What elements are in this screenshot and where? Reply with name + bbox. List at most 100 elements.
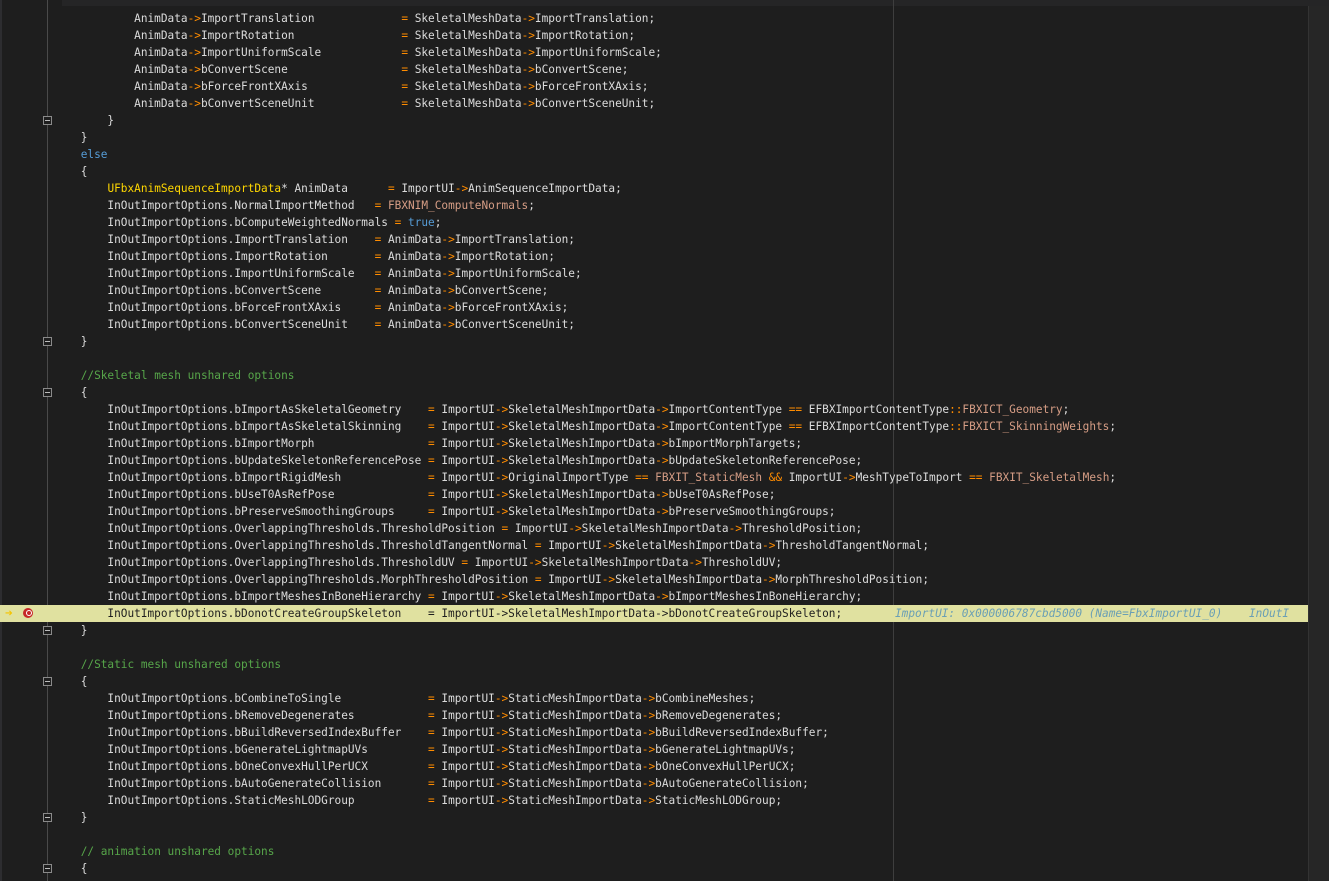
code-line-text: InOutImportOptions.NormalImportMethod = … — [54, 199, 535, 212]
fold-collapse-icon[interactable] — [43, 677, 52, 686]
code-line[interactable]: { — [0, 673, 1309, 690]
code-line-text: } — [54, 131, 88, 144]
code-line-text: InOutImportOptions.bPreserveSmoothingGro… — [54, 505, 836, 518]
code-line[interactable]: InOutImportOptions.bOneConvexHullPerUCX … — [0, 758, 1309, 775]
code-line-text: InOutImportOptions.bImportMorph = Import… — [54, 437, 803, 450]
code-line[interactable]: { — [0, 163, 1309, 180]
fold-collapse-icon[interactable] — [43, 388, 52, 397]
code-line[interactable]: InOutImportOptions.bImportAsSkeletalSkin… — [0, 418, 1309, 435]
vertical-scrollbar[interactable] — [1308, 6, 1329, 881]
code-line[interactable]: InOutImportOptions.bBuildReversedIndexBu… — [0, 724, 1309, 741]
code-line-text: InOutImportOptions.bUpdateSkeletonRefere… — [54, 454, 863, 467]
code-editor[interactable]: AnimData->ImportTranslation = SkeletalMe… — [0, 0, 1309, 881]
code-line-text: } — [54, 624, 88, 637]
code-line-text: InOutImportOptions.bRemoveDegenerates = … — [54, 709, 783, 722]
code-line[interactable]: //Static mesh unshared options — [0, 656, 1309, 673]
code-line[interactable] — [0, 639, 1309, 656]
code-line-text: UFbxAnimSequenceImportData* AnimData = I… — [107, 182, 622, 195]
code-line-text: InOutImportOptions.OverlappingThresholds… — [54, 556, 783, 569]
code-line[interactable]: InOutImportOptions.OverlappingThresholds… — [0, 520, 1309, 537]
code-line[interactable]: AnimData->ImportRotation = SkeletalMeshD… — [0, 27, 1309, 44]
code-line-text: } — [54, 811, 88, 824]
code-line[interactable]: AnimData->bForceFrontXAxis = SkeletalMes… — [0, 78, 1309, 95]
code-line-text: InOutImportOptions.StaticMeshLODGroup = … — [54, 794, 783, 807]
code-line-text: InOutImportOptions.bUseT0AsRefPose = Imp… — [54, 488, 776, 501]
code-line-text: InOutImportOptions.bConvertSceneUnit = A… — [54, 318, 575, 331]
current-code-line[interactable]: InOutImportOptions.bDonotCreateGroupSkel… — [0, 605, 1309, 622]
code-line[interactable]: //Skeletal mesh unshared options — [0, 367, 1309, 384]
code-line-text: { — [54, 165, 88, 178]
code-line[interactable]: InOutImportOptions.bUseT0AsRefPose = Imp… — [0, 486, 1309, 503]
code-line-text: //Skeletal mesh unshared options — [80, 369, 295, 382]
code-line[interactable]: } — [0, 333, 1309, 350]
code-line[interactable]: AnimData->ImportTranslation = SkeletalMe… — [0, 10, 1309, 27]
code-line[interactable] — [0, 826, 1309, 843]
fold-collapse-icon[interactable] — [43, 116, 52, 125]
code-line-text: InOutImportOptions.bBuildReversedIndexBu… — [54, 726, 829, 739]
breakpoint-icon[interactable] — [23, 608, 33, 618]
code-line-text: InOutImportOptions.OverlappingThresholds… — [54, 539, 929, 552]
code-line-text: AnimData->bConvertScene = SkeletalMeshDa… — [54, 63, 629, 76]
code-line-text: InOutImportOptions.bImportAsSkeletalGeom… — [54, 403, 1070, 416]
code-line[interactable]: InOutImportOptions.bAutoGenerateCollisio… — [0, 775, 1309, 792]
fold-collapse-icon[interactable] — [43, 337, 52, 346]
code-line[interactable]: InOutImportOptions.bRemoveDegenerates = … — [0, 707, 1309, 724]
code-line[interactable]: InOutImportOptions.StaticMeshLODGroup = … — [0, 792, 1309, 809]
code-line[interactable]: InOutImportOptions.bImportMorph = Import… — [0, 435, 1309, 452]
code-line-text: { — [54, 862, 88, 875]
code-line[interactable]: AnimData->bConvertSceneUnit = SkeletalMe… — [0, 95, 1309, 112]
fold-collapse-icon[interactable] — [43, 626, 52, 635]
debug-value-hint[interactable]: ImportUI: 0x000006787cbd5000 (Name=FbxIm… — [895, 605, 1289, 622]
code-line[interactable]: InOutImportOptions.ImportRotation = Anim… — [0, 248, 1309, 265]
code-line[interactable]: InOutImportOptions.bConvertSceneUnit = A… — [0, 316, 1309, 333]
code-line[interactable]: InOutImportOptions.bGenerateLightmapUVs … — [0, 741, 1309, 758]
code-line[interactable]: UFbxAnimSequenceImportData* AnimData = I… — [0, 180, 1309, 197]
code-line-text: InOutImportOptions.ImportUniformScale = … — [54, 267, 582, 280]
code-line[interactable]: { — [0, 860, 1309, 877]
code-line[interactable]: InOutImportOptions.bConvertScene = AnimD… — [0, 282, 1309, 299]
code-line[interactable]: InOutImportOptions.OverlappingThresholds… — [0, 537, 1309, 554]
code-line[interactable]: } — [0, 112, 1309, 129]
code-line[interactable]: InOutImportOptions.ImportUniformScale = … — [0, 265, 1309, 282]
code-line-text: AnimData->ImportRotation = SkeletalMeshD… — [54, 29, 636, 42]
code-line-text: InOutImportOptions.OverlappingThresholds… — [54, 522, 863, 535]
code-line[interactable]: InOutImportOptions.bComputeWeightedNorma… — [0, 214, 1309, 231]
fold-collapse-icon[interactable] — [43, 864, 52, 873]
code-line-text: InOutImportOptions.bOneConvexHullPerUCX … — [54, 760, 796, 773]
code-line[interactable]: { — [0, 384, 1309, 401]
code-line[interactable]: } — [0, 622, 1309, 639]
code-line[interactable]: AnimData->ImportUniformScale = SkeletalM… — [0, 44, 1309, 61]
code-line[interactable]: InOutImportOptions.ImportTranslation = A… — [0, 231, 1309, 248]
code-line-text: InOutImportOptions.bGenerateLightmapUVs … — [54, 743, 796, 756]
code-line[interactable] — [0, 350, 1309, 367]
code-line[interactable]: InOutImportOptions.bImportRigidMesh = Im… — [0, 469, 1309, 486]
code-line[interactable]: InOutImportOptions.bImportMeshesInBoneHi… — [0, 588, 1309, 605]
code-line[interactable]: InOutImportOptions.bUpdateSkeletonRefere… — [0, 452, 1309, 469]
code-line[interactable]: InOutImportOptions.OverlappingThresholds… — [0, 554, 1309, 571]
code-line-text: InOutImportOptions.bImportRigidMesh = Im… — [54, 471, 1117, 484]
code-line[interactable]: InOutImportOptions.bPreserveSmoothingGro… — [0, 503, 1309, 520]
code-line-text: else — [80, 148, 108, 161]
code-line[interactable]: AnimData->bConvertScene = SkeletalMeshDa… — [0, 61, 1309, 78]
exec-arrow-icon: ➔ — [5, 606, 13, 621]
code-line-text: InOutImportOptions.bComputeWeightedNorma… — [54, 216, 442, 229]
code-line[interactable]: } — [0, 129, 1309, 146]
code-line-text: InOutImportOptions.bConvertScene = AnimD… — [54, 284, 549, 297]
code-line[interactable]: else — [0, 146, 1309, 163]
code-line[interactable]: InOutImportOptions.NormalImportMethod = … — [0, 197, 1309, 214]
code-line-text: InOutImportOptions.bImportAsSkeletalSkin… — [54, 420, 1117, 433]
code-line[interactable]: InOutImportOptions.bForceFrontXAxis = An… — [0, 299, 1309, 316]
code-line-text: InOutImportOptions.bImportMeshesInBoneHi… — [54, 590, 863, 603]
code-line[interactable]: InOutImportOptions.bImportAsSkeletalGeom… — [0, 401, 1309, 418]
fold-collapse-icon[interactable] — [43, 813, 52, 822]
code-line-text: } — [54, 114, 115, 127]
code-line[interactable]: // animation unshared options — [0, 843, 1309, 860]
code-line-text: AnimData->ImportUniformScale = SkeletalM… — [54, 46, 662, 59]
code-line-text: InOutImportOptions.OverlappingThresholds… — [54, 573, 929, 586]
code-line-text: { — [54, 386, 88, 399]
code-line[interactable]: InOutImportOptions.bCombineToSingle = Im… — [0, 690, 1309, 707]
code-line-text: InOutImportOptions.ImportTranslation = A… — [54, 233, 575, 246]
code-line[interactable]: } — [0, 809, 1309, 826]
code-line[interactable]: InOutImportOptions.OverlappingThresholds… — [0, 571, 1309, 588]
code-line-text: // animation unshared options — [80, 845, 275, 858]
